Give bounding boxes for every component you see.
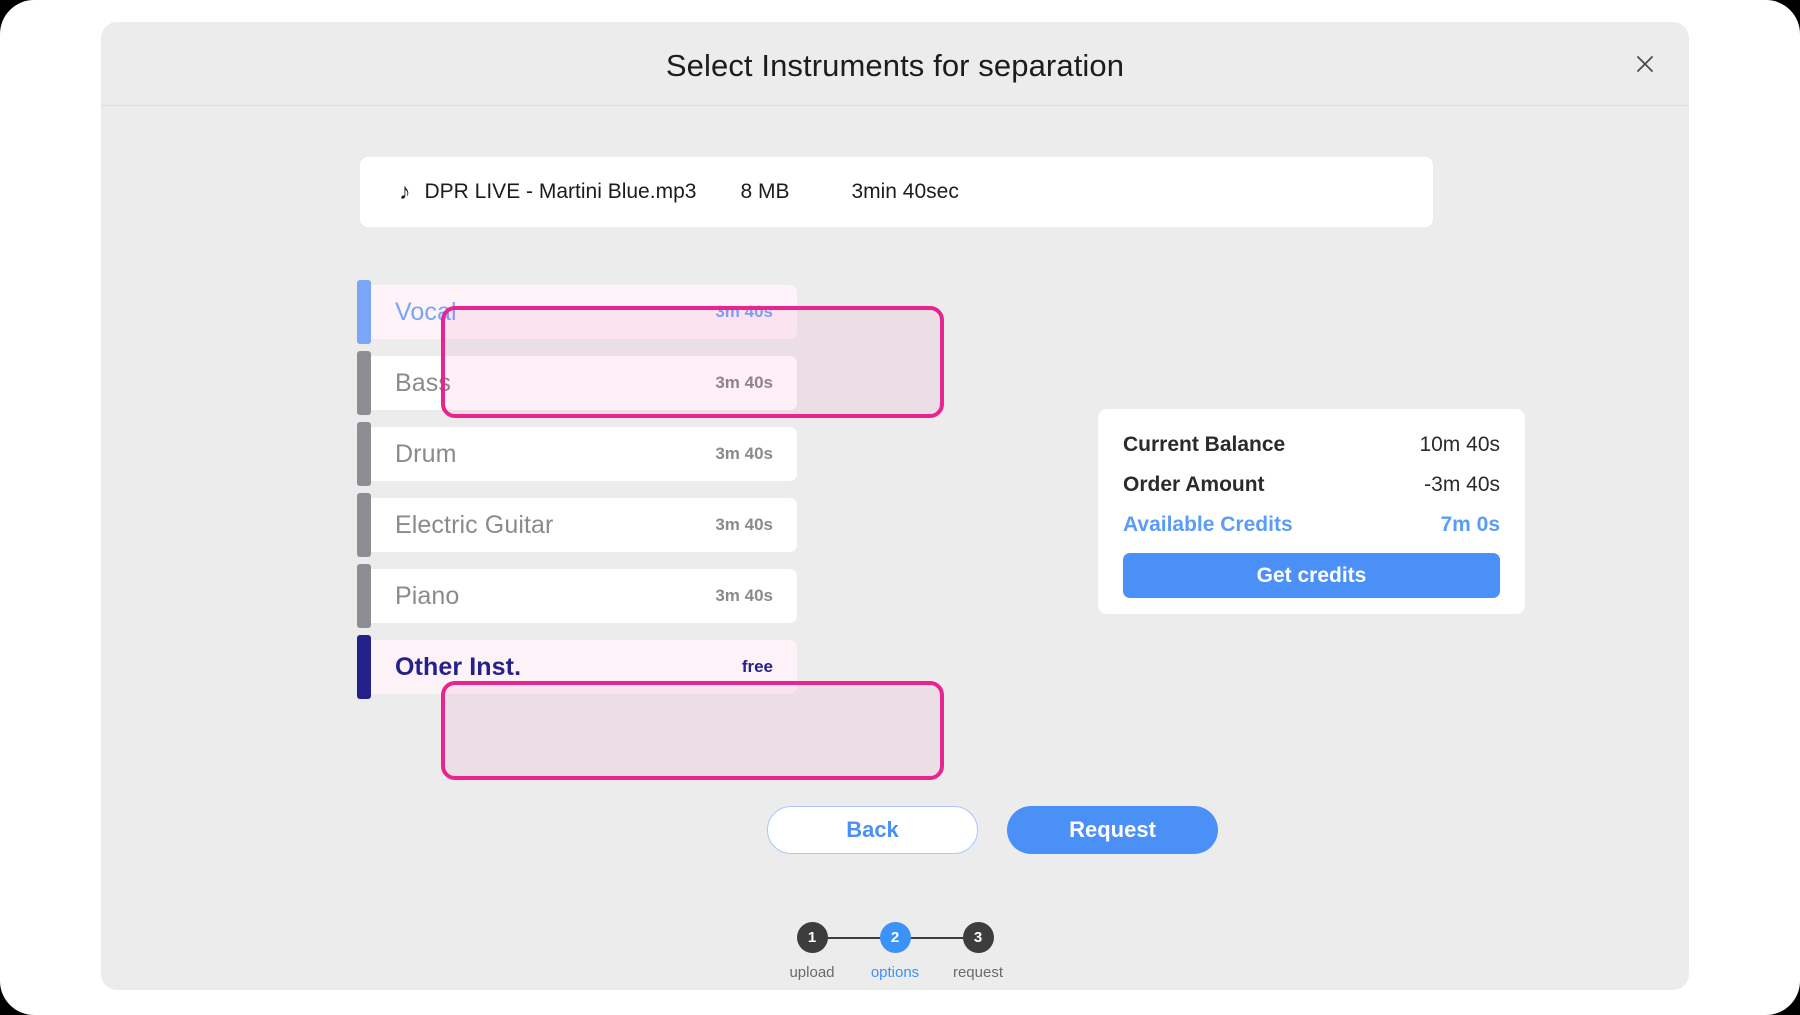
balance-label: Order Amount [1123, 473, 1265, 496]
instrument-label: Other Inst. [395, 652, 522, 681]
step-upload[interactable]: 1 upload [771, 922, 854, 981]
file-duration: 3min 40sec [851, 180, 959, 203]
balance-value: 10m 40s [1419, 433, 1500, 456]
instrument-card: Drum 3m 40s [357, 427, 797, 481]
instrument-label: Drum [395, 439, 457, 468]
balance-panel: Current Balance 10m 40s Order Amount -3m… [1098, 409, 1525, 614]
instrument-item-piano[interactable]: Piano 3m 40s [341, 564, 841, 628]
instrument-color-bar [357, 422, 371, 486]
back-button[interactable]: Back [767, 806, 978, 854]
close-icon[interactable] [1627, 46, 1663, 82]
instrument-card: Vocal 3m 40s [357, 285, 797, 339]
step-options[interactable]: 2 options [854, 922, 937, 981]
music-note-icon: ♪ [399, 177, 411, 204]
balance-row-current: Current Balance 10m 40s [1123, 433, 1500, 457]
step-request[interactable]: 3 request [937, 922, 1020, 981]
instrument-value: 3m 40s [715, 373, 773, 392]
instrument-card: Bass 3m 40s [357, 356, 797, 410]
modal-actions: Back Request [767, 806, 1218, 854]
instrument-card: Electric Guitar 3m 40s [357, 498, 797, 552]
balance-label: Available Credits [1123, 513, 1293, 536]
instrument-value: 3m 40s [715, 586, 773, 605]
file-name: DPR LIVE - Martini Blue.mp3 [424, 180, 697, 203]
file-info-bar: ♪ DPR LIVE - Martini Blue.mp3 8 MB 3min … [360, 157, 1433, 227]
instrument-label: Vocal [395, 297, 457, 326]
instrument-item-electric-guitar[interactable]: Electric Guitar 3m 40s [341, 493, 841, 557]
balance-label: Current Balance [1123, 433, 1286, 456]
balance-value: -3m 40s [1424, 473, 1500, 496]
step-label: upload [789, 964, 835, 981]
instrument-label: Bass [395, 368, 451, 397]
instrument-color-bar [357, 493, 371, 557]
step-indicator: 1 upload 2 options 3 request [101, 922, 1689, 981]
step-number[interactable]: 3 [962, 922, 994, 953]
instrument-label: Piano [395, 581, 460, 610]
app-screen: Select Instruments for separation ♪ DPR … [0, 0, 1800, 1015]
instrument-value: 3m 40s [715, 515, 773, 534]
instrument-item-drum[interactable]: Drum 3m 40s [341, 422, 841, 486]
instrument-value: free [741, 657, 773, 676]
page-title: Select Instruments for separation [665, 48, 1125, 83]
step-label: request [952, 964, 1004, 981]
step-label: options [870, 964, 920, 981]
step-number[interactable]: 2 [879, 922, 911, 953]
instrument-item-bass[interactable]: Bass 3m 40s [341, 351, 841, 415]
balance-row-order: Order Amount -3m 40s [1123, 473, 1500, 497]
instrument-item-vocal[interactable]: Vocal 3m 40s [341, 280, 841, 344]
instrument-value: 3m 40s [715, 302, 773, 321]
instrument-value: 3m 40s [715, 444, 773, 463]
instrument-label: Electric Guitar [395, 510, 554, 539]
instrument-list: Vocal 3m 40s Bass 3m 40s Drum 3m 40s Ele… [341, 280, 841, 706]
request-button[interactable]: Request [1007, 806, 1218, 854]
select-instruments-modal: Select Instruments for separation ♪ DPR … [101, 22, 1689, 990]
instrument-color-bar [357, 564, 371, 628]
get-credits-button[interactable]: Get credits [1123, 553, 1500, 598]
instrument-color-bar [357, 635, 371, 699]
modal-header: Select Instruments for separation [101, 22, 1689, 106]
file-size: 8 MB [740, 180, 790, 203]
instrument-item-other-inst[interactable]: Other Inst. free [341, 635, 841, 699]
step-number[interactable]: 1 [796, 922, 828, 953]
instrument-card: Piano 3m 40s [357, 569, 797, 623]
balance-row-available-credits: Available Credits 7m 0s [1123, 513, 1500, 537]
instrument-color-bar [357, 280, 371, 344]
instrument-card: Other Inst. free [357, 640, 797, 694]
balance-value: 7m 0s [1440, 513, 1500, 536]
instrument-color-bar [357, 351, 371, 415]
